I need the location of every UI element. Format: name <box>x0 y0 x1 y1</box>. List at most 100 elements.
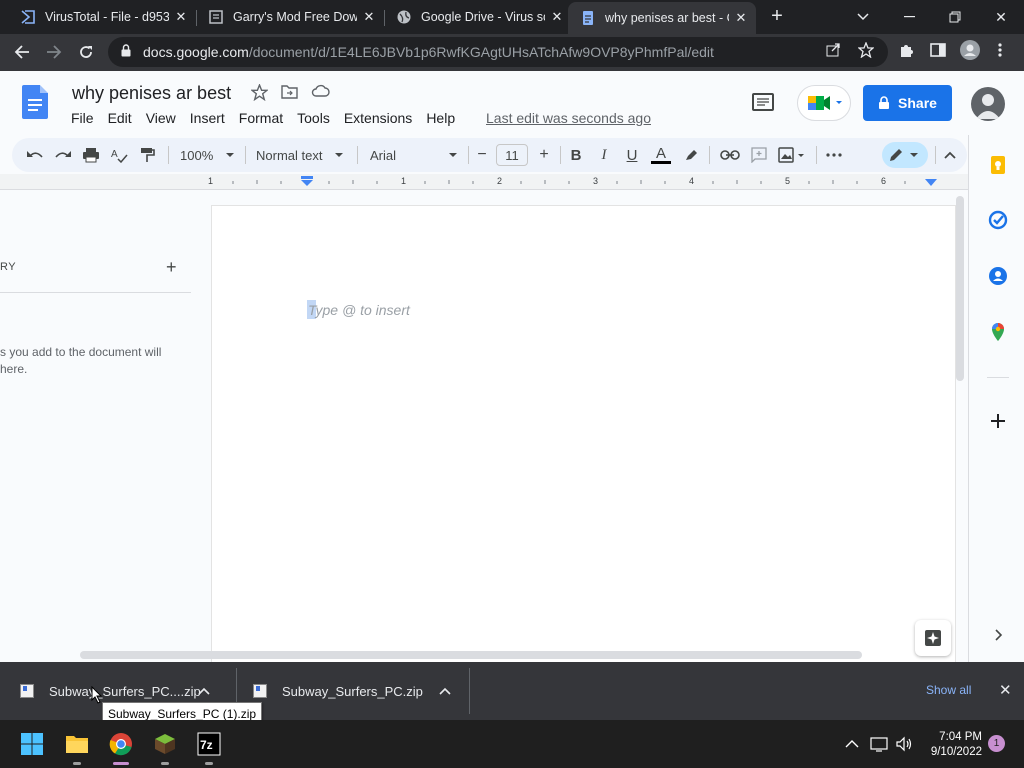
tab-search-icon[interactable] <box>840 0 886 34</box>
menu-file[interactable]: File <box>71 110 94 126</box>
account-avatar[interactable] <box>971 87 1005 121</box>
svg-text:A: A <box>111 149 118 160</box>
docs-logo-icon[interactable] <box>22 85 48 119</box>
text-color-label: A <box>655 144 666 162</box>
comment-history-icon[interactable] <box>752 93 774 111</box>
7zip-icon[interactable]: 7z <box>197 732 221 765</box>
tab-google-drive[interactable]: Google Drive - Virus sc ✕ <box>384 0 570 34</box>
chevron-up-icon[interactable] <box>844 736 860 752</box>
cloud-saved-icon[interactable] <box>311 84 330 103</box>
font-select[interactable]: Arial <box>370 146 460 164</box>
insert-link-icon[interactable] <box>718 146 742 164</box>
minimize-button[interactable] <box>886 0 932 34</box>
star-icon[interactable] <box>249 83 270 106</box>
profile-icon[interactable] <box>960 40 980 63</box>
menu-edit[interactable]: Edit <box>108 110 132 126</box>
address-bar[interactable]: docs.google.com/document/d/1E4LE6JBVb1p6… <box>108 37 888 67</box>
add-addon-icon[interactable] <box>988 411 1008 431</box>
menu-insert[interactable]: Insert <box>190 110 225 126</box>
download-item[interactable]: Subway_Surfers_PC.zip <box>253 662 451 720</box>
meet-button[interactable] <box>797 85 851 121</box>
close-tab-icon[interactable]: ✕ <box>173 9 189 25</box>
underline-button[interactable]: U <box>622 146 642 164</box>
tasks-icon[interactable] <box>988 210 1008 230</box>
document-title[interactable]: why penises ar best <box>72 83 231 104</box>
tab-docs-active[interactable]: why penises ar best - G ✕ <box>568 2 756 34</box>
highlight-icon[interactable] <box>680 146 702 164</box>
chrome-menu-icon[interactable] <box>998 42 1002 61</box>
chevron-right-icon[interactable] <box>988 625 1008 645</box>
share-page-icon[interactable] <box>826 42 841 60</box>
volume-icon[interactable] <box>895 735 913 753</box>
add-summary-button[interactable]: + <box>166 257 177 278</box>
horizontal-scrollbar[interactable] <box>80 651 862 659</box>
close-tab-icon[interactable]: ✕ <box>733 10 749 26</box>
minecraft-icon[interactable] <box>153 732 177 765</box>
side-panel <box>968 135 1024 662</box>
move-folder-icon[interactable] <box>281 84 298 104</box>
tab-garrys-mod[interactable]: Garry's Mod Free Down ✕ <box>196 0 382 34</box>
undo-icon[interactable] <box>24 146 46 164</box>
chrome-taskbar-icon[interactable] <box>109 732 133 765</box>
paint-format-icon[interactable] <box>136 146 158 164</box>
menu-view[interactable]: View <box>146 110 176 126</box>
decrease-font-size-button[interactable]: − <box>474 146 490 164</box>
zoom-select[interactable]: 100% <box>180 146 240 164</box>
keep-icon[interactable] <box>988 155 1008 175</box>
tab-virustotal[interactable]: VirusTotal - File - d953 ✕ <box>8 0 194 34</box>
paragraph-style-select[interactable]: Normal text <box>256 146 348 164</box>
document-page[interactable]: Type @ to insert <box>211 205 956 665</box>
menu-tools[interactable]: Tools <box>297 110 330 126</box>
insert-image-icon[interactable] <box>776 146 808 164</box>
clock-time: 7:04 PM <box>939 731 982 743</box>
redo-icon[interactable] <box>52 146 74 164</box>
notification-badge[interactable]: 1 <box>988 735 1005 752</box>
chevron-up-icon[interactable] <box>439 687 451 695</box>
last-edit-link[interactable]: Last edit was seconds ago <box>486 110 651 126</box>
side-panel-icon[interactable] <box>930 42 946 61</box>
maps-icon[interactable] <box>988 322 1008 342</box>
toolbar-divider <box>168 146 169 164</box>
windows-start-icon[interactable] <box>20 732 44 756</box>
left-indent-marker[interactable] <box>300 176 314 188</box>
globe-icon <box>396 9 412 25</box>
share-button[interactable]: Share <box>863 85 952 121</box>
system-clock[interactable]: 7:04 PM 9/10/2022 <box>926 730 982 760</box>
add-comment-icon[interactable] <box>748 146 770 164</box>
more-options-icon[interactable] <box>824 146 844 164</box>
back-icon[interactable] <box>9 39 35 65</box>
explore-button[interactable] <box>915 620 951 656</box>
hide-menus-icon[interactable] <box>942 146 958 164</box>
close-tab-icon[interactable]: ✕ <box>361 9 377 25</box>
windows-taskbar: 7z 7:04 PM 9/10/2022 1 <box>0 720 1024 768</box>
document-placeholder[interactable]: Type @ to insert <box>308 302 410 318</box>
print-icon[interactable] <box>80 146 102 164</box>
italic-button[interactable]: I <box>594 146 614 164</box>
bold-button[interactable]: B <box>566 146 586 164</box>
file-explorer-icon[interactable] <box>65 732 89 765</box>
font-size-input[interactable]: 11 <box>496 144 528 166</box>
editing-mode-button[interactable] <box>882 142 928 168</box>
right-indent-marker[interactable] <box>924 178 938 188</box>
chevron-up-icon[interactable] <box>198 687 210 695</box>
display-icon[interactable] <box>870 735 888 753</box>
side-panel-divider <box>987 377 1009 378</box>
menu-help[interactable]: Help <box>426 110 455 126</box>
extensions-icon[interactable] <box>898 42 914 61</box>
menu-format[interactable]: Format <box>239 110 283 126</box>
menu-extensions[interactable]: Extensions <box>344 110 412 126</box>
forward-icon[interactable] <box>41 39 67 65</box>
new-tab-button[interactable]: + <box>766 6 788 28</box>
contacts-icon[interactable] <box>988 266 1008 286</box>
restore-button[interactable] <box>932 0 978 34</box>
reload-icon[interactable] <box>73 39 99 65</box>
increase-font-size-button[interactable]: + <box>536 146 552 164</box>
close-window-button[interactable]: ✕ <box>978 0 1024 34</box>
vertical-scrollbar[interactable] <box>956 196 964 381</box>
show-all-downloads-link[interactable]: Show all <box>926 683 971 697</box>
text-color-button[interactable]: A <box>650 146 672 164</box>
spellcheck-icon[interactable]: A <box>108 146 130 164</box>
close-download-bar-button[interactable]: ✕ <box>999 681 1012 699</box>
close-tab-icon[interactable]: ✕ <box>549 9 565 25</box>
bookmark-star-icon[interactable] <box>857 41 875 61</box>
